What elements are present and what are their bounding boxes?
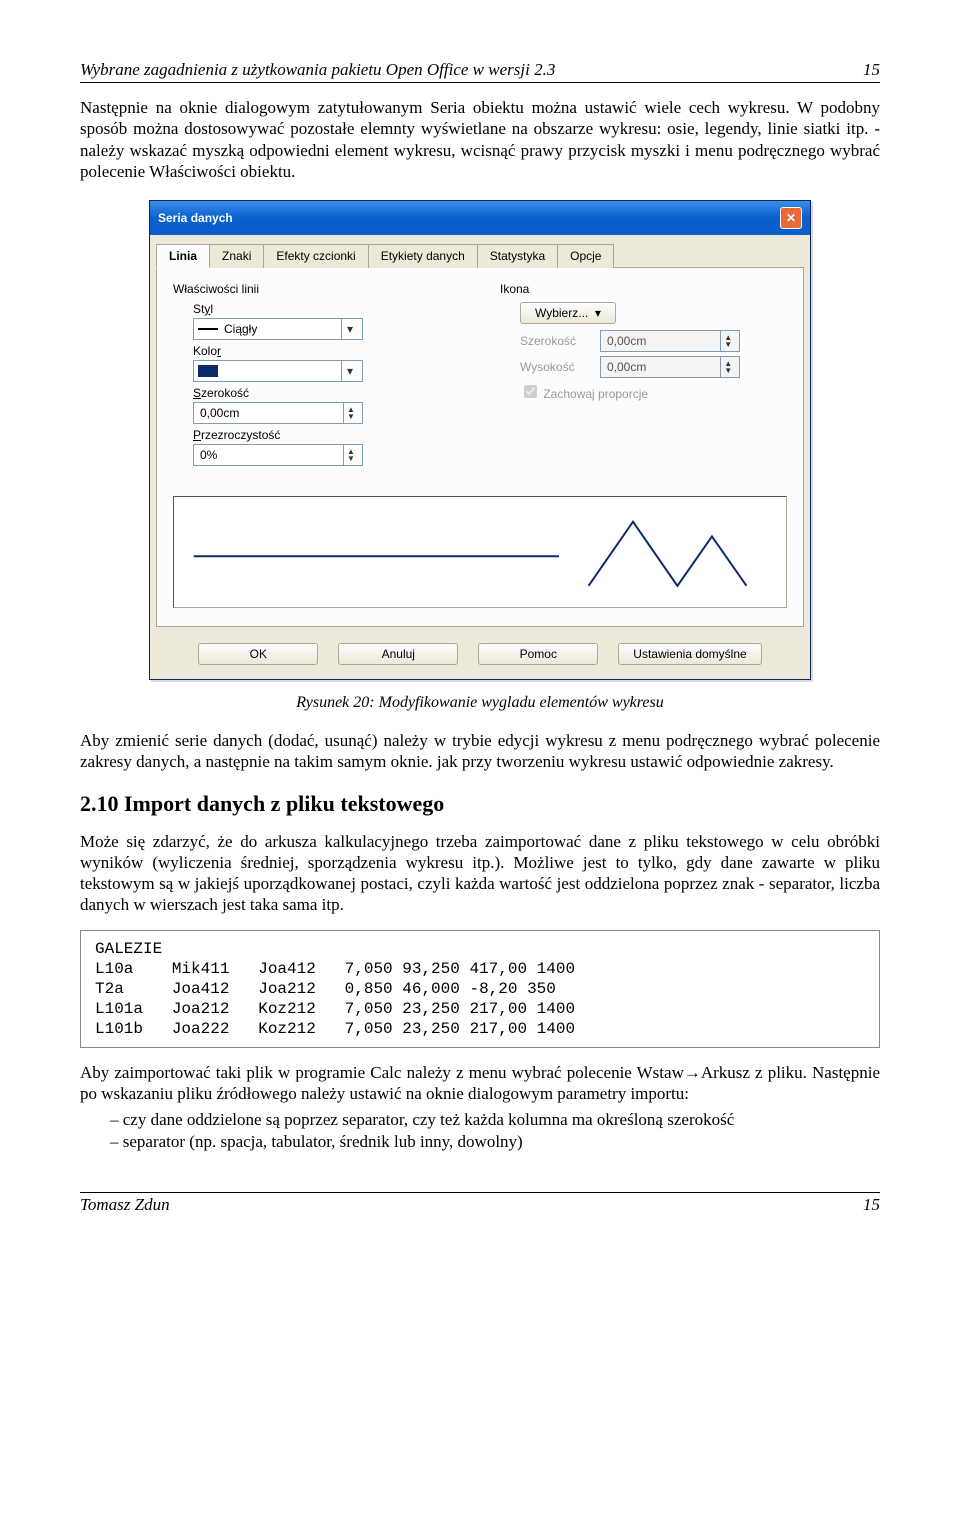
group-wlasciwosci-linii: Właściwości linii Styl Ciągły ▾ Kolor: [173, 282, 460, 470]
section-heading: 2.10 Import danych z pliku tekstowego: [80, 791, 880, 817]
tab-statystyka[interactable]: Statystyka: [477, 244, 558, 268]
label-przezroczystosc: Przezroczystość: [193, 428, 460, 442]
group-ikona: Ikona Wybierz... ▾ Szerokość: [500, 282, 787, 470]
checkbox-zachowaj: Zachowaj proporcje: [520, 382, 787, 401]
group-label-linii: Właściwości linii: [173, 282, 460, 296]
footer-page: 15: [863, 1195, 880, 1215]
tab-linia[interactable]: Linia: [156, 244, 210, 268]
paragraph-2: Aby zmienić serie danych (dodać, usunąć)…: [80, 730, 880, 773]
select-kolor[interactable]: ▾: [193, 360, 363, 382]
intro-paragraph: Następnie na oknie dialogowym zatytułowa…: [80, 97, 880, 182]
cancel-button[interactable]: Anuluj: [338, 643, 458, 665]
tab-znaki[interactable]: Znaki: [209, 244, 264, 268]
list-item: czy dane oddzielone są poprzez separator…: [110, 1110, 880, 1130]
spinner-icon[interactable]: ▲▼: [343, 403, 358, 423]
close-icon[interactable]: ✕: [780, 207, 802, 229]
import-options-list: czy dane oddzielone są poprzez separator…: [80, 1110, 880, 1152]
footer-author: Tomasz Zdun: [80, 1195, 170, 1215]
chevron-down-icon: ▾: [341, 361, 358, 381]
dialog-titlebar[interactable]: Seria danych ✕: [150, 201, 810, 235]
ok-button[interactable]: OK: [198, 643, 318, 665]
select-styl-value: Ciągły: [224, 322, 257, 336]
dialog-title: Seria danych: [158, 211, 233, 225]
color-swatch: [198, 365, 218, 377]
page-header: Wybrane zagadnienia z użytkowania pakiet…: [80, 60, 880, 83]
spinner-icon: ▲▼: [720, 331, 735, 351]
checkbox-zachowaj-input: [524, 385, 537, 398]
label-ikona-wys: Wysokość: [520, 360, 590, 374]
page-footer: Tomasz Zdun 15: [80, 1192, 880, 1215]
spinner-icon[interactable]: ▲▼: [343, 445, 358, 465]
paragraph-4: Aby zaimportować taki plik w programie C…: [80, 1062, 880, 1105]
dialog-seria-danych: Seria danych ✕ Linia Znaki Efekty czcion…: [149, 200, 811, 680]
paragraph-3: Może się zdarzyć, że do arkusza kalkulac…: [80, 831, 880, 916]
list-item: separator (np. spacja, tabulator, średni…: [110, 1132, 880, 1152]
label-styl: Styl: [193, 302, 460, 316]
select-styl[interactable]: Ciągły ▾: [193, 318, 363, 340]
tab-opcje[interactable]: Opcje: [557, 244, 614, 268]
line-preview: [173, 496, 787, 608]
header-page: 15: [863, 60, 880, 80]
help-button[interactable]: Pomoc: [478, 643, 598, 665]
figure-caption: Rysunek 20: Modyfikowanie wygladu elemen…: [80, 694, 880, 712]
button-wybierz[interactable]: Wybierz... ▾: [520, 302, 616, 324]
tab-strip: Linia Znaki Efekty czcionki Etykiety dan…: [150, 235, 810, 267]
input-przezroczystosc-value[interactable]: [198, 447, 343, 463]
line-style-swatch: [198, 328, 218, 330]
group-label-ikona: Ikona: [500, 282, 787, 296]
input-ikona-szer: ▲▼: [600, 330, 740, 352]
tab-efekty[interactable]: Efekty czcionki: [263, 244, 368, 268]
chevron-down-icon: ▾: [341, 319, 358, 339]
tab-etykiety[interactable]: Etykiety danych: [368, 244, 478, 268]
dialog-button-row: OK Anuluj Pomoc Ustawienia domyślne: [150, 633, 810, 679]
text-data-sample: GALEZIE L10a Mik411 Joa412 7,050 93,250 …: [80, 930, 880, 1048]
spinner-icon: ▲▼: [720, 357, 735, 377]
label-szerokosc: Szerokość: [193, 386, 460, 400]
label-kolor: Kolor: [193, 344, 460, 358]
defaults-button[interactable]: Ustawienia domyślne: [618, 643, 761, 665]
input-przezroczystosc[interactable]: ▲▼: [193, 444, 363, 466]
header-title: Wybrane zagadnienia z użytkowania pakiet…: [80, 60, 555, 80]
input-szerokosc-value[interactable]: [198, 405, 343, 421]
tab-pane-linia: Właściwości linii Styl Ciągły ▾ Kolor: [156, 267, 804, 627]
label-ikona-szer: Szerokość: [520, 334, 590, 348]
input-szerokosc[interactable]: ▲▼: [193, 402, 363, 424]
input-ikona-wys: ▲▼: [600, 356, 740, 378]
